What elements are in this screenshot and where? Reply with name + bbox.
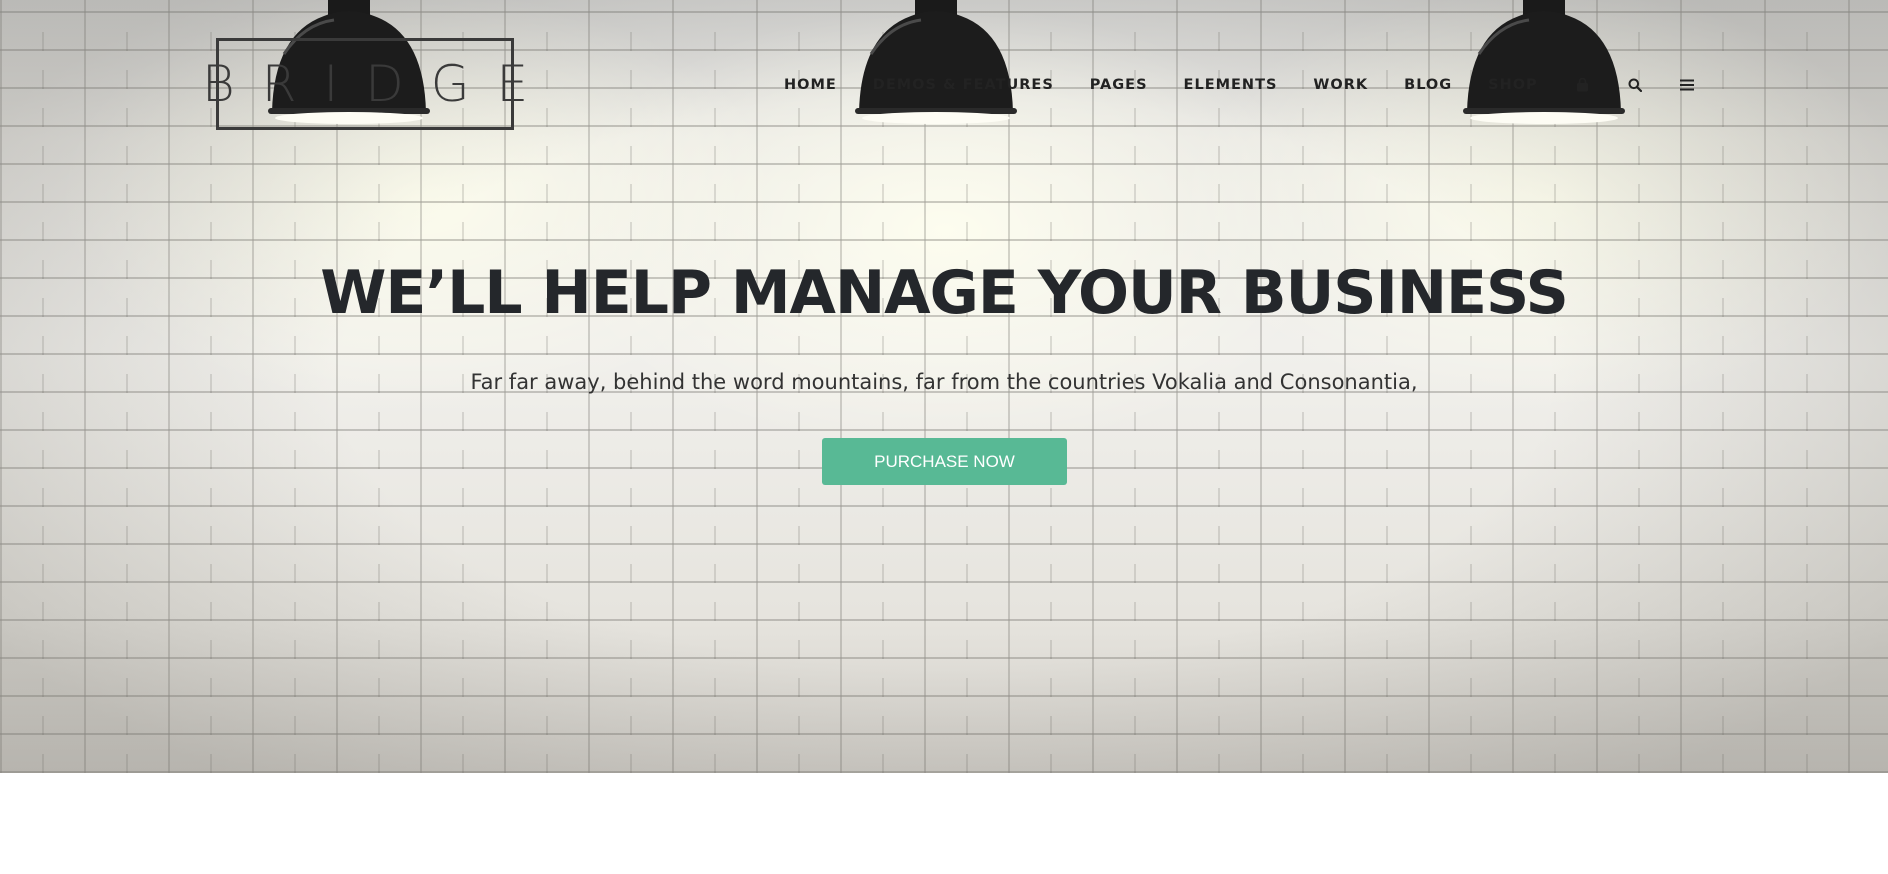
nav-item-work[interactable]: WORK [1313, 77, 1368, 93]
nav-item-pages[interactable]: PAGES [1090, 77, 1148, 93]
logo-text: BRIDGE [201, 55, 556, 113]
purchase-now-label: PURCHASE NOW [874, 451, 1015, 471]
search-icon[interactable] [1626, 76, 1644, 94]
nav-item-home[interactable]: HOME [784, 77, 837, 93]
nav-item-blog[interactable]: BLOG [1404, 77, 1452, 93]
main-navigation: HOME DEMOS & FEATURES PAGES ELEMENTS WOR… [784, 76, 1730, 94]
pendant-lamp-icon [1459, 0, 1629, 134]
nav-item-elements[interactable]: ELEMENTS [1184, 77, 1278, 93]
purchase-now-button[interactable]: PURCHASE NOW [822, 438, 1067, 485]
hero-subtext: Far far away, behind the word mountains,… [470, 370, 1418, 394]
site-logo[interactable]: BRIDGE [202, 38, 528, 130]
hero-section: BRIDGE HOME DEMOS & FEATURES PAGES ELEME… [0, 0, 1888, 773]
hero-headline: WE’LL HELP MANAGE YOUR BUSINESS [320, 258, 1569, 328]
menu-icon[interactable] [1678, 76, 1696, 94]
nav-item-shop[interactable]: SHOP [1488, 77, 1538, 93]
nav-item-demos-features[interactable]: DEMOS & FEATURES [873, 77, 1054, 93]
pendant-lamp-icon [851, 0, 1021, 134]
shopping-bag-icon[interactable] [1574, 76, 1592, 94]
